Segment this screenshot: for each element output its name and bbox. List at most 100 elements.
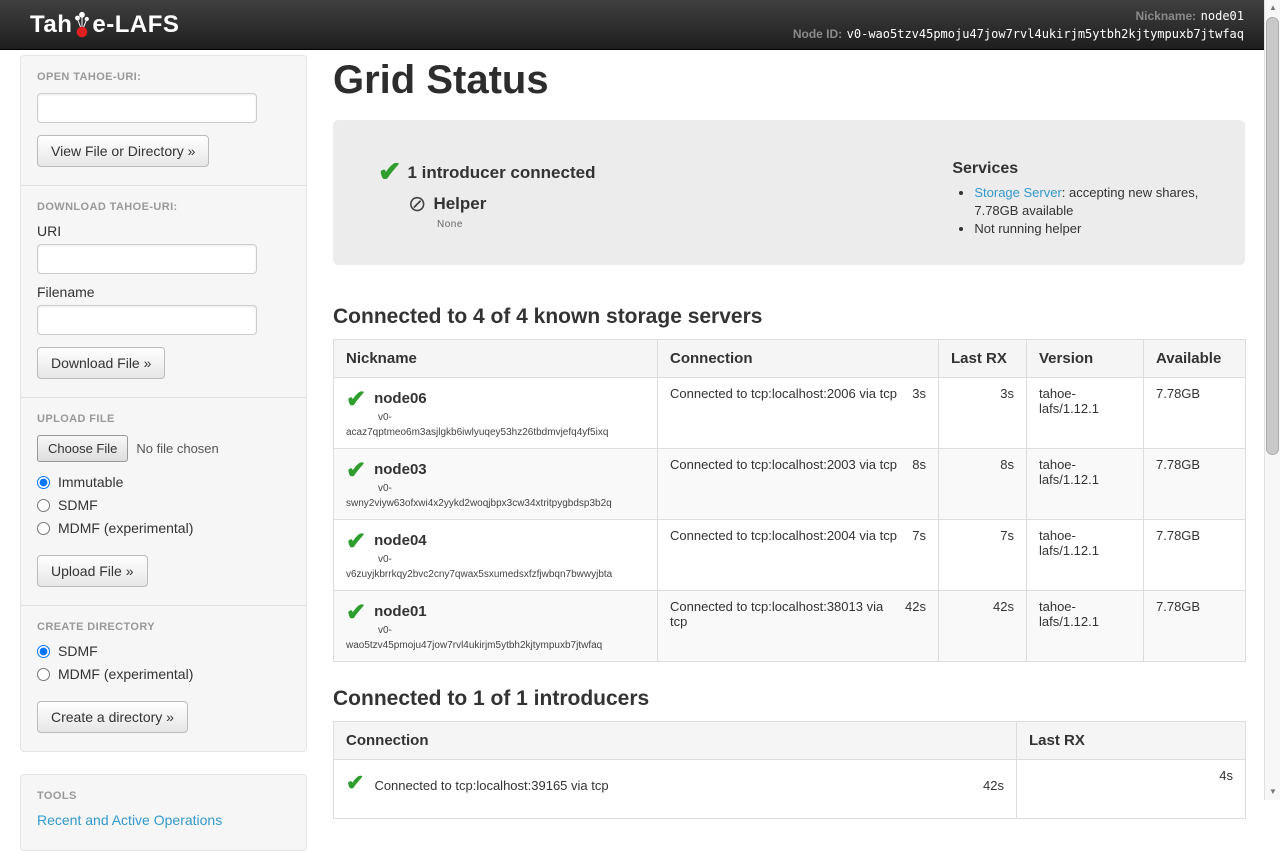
scrollbar[interactable]: ▲ ▼ [1264, 0, 1280, 800]
node-id-value: v0-wao5tzv45pmoju47jow7rvl4ukirjm5ytbh2k… [847, 27, 1244, 41]
services-heading: Services [952, 160, 1245, 178]
connection-time: 3s [912, 386, 926, 401]
available-cell: 7.78GB [1144, 449, 1246, 520]
server-peerid: v0-wao5tzv45pmoju47jow7rvl4ukirjm5ytbh2k… [346, 623, 645, 653]
connection-cell: Connected to tcp:localhost:2004 via tcp 7… [658, 520, 939, 591]
tools-heading: TOOLS [37, 790, 290, 802]
table-row: ✔node04v0-v6zuyjkbrrkqy2bvc2cny7qwax5sxu… [334, 520, 1246, 591]
available-cell: 7.78GB [1144, 520, 1246, 591]
radio-label-sdmf: SDMF [58, 643, 98, 659]
upload-format-radios: Immutable SDMF MDMF (experimental) [37, 474, 292, 536]
last-rx-cell: 7s [939, 520, 1027, 591]
connection-cell: Connected to tcp:localhost:2006 via tcp 3… [658, 378, 939, 449]
introducer-connected-text: 1 introducer connected [407, 160, 595, 183]
connected-check-icon: ✔ [346, 601, 366, 625]
introducers-header-row: ConnectionLast RX [334, 722, 1246, 760]
radio-sdmf[interactable] [37, 499, 50, 512]
status-summary: ✔ 1 introducer connected ⊘ Helper None [333, 160, 880, 265]
radio-option-mdmf-experimental[interactable]: MDMF (experimental) [37, 666, 292, 682]
connection-time: 7s [912, 528, 926, 543]
connection-text: Connected to tcp:localhost:38013 via tcp [670, 599, 897, 629]
connection-time: 8s [912, 457, 926, 472]
last-rx-cell: 8s [939, 449, 1027, 520]
choose-file-button[interactable]: Choose File [37, 435, 128, 462]
table-row: ✔ node06 v0-acaz7qptmeo6m3asjlgkb6iwlyuqey… [334, 378, 1246, 449]
logo-text-pre: Tah [30, 11, 72, 39]
available-cell: 7.78GB [1144, 591, 1246, 662]
upload-file-heading: UPLOAD FILE [37, 413, 292, 425]
connection-text: Connected to tcp:localhost:2006 via tcp [670, 386, 897, 401]
sidebar-forms-panel: OPEN TAHOE-URI: View File or Directory »… [20, 55, 307, 752]
storage-servers-heading: Connected to 4 of 4 known storage server… [333, 305, 1245, 329]
radio-label-sdmf: SDMF [58, 497, 98, 513]
column-header: Last RX [939, 340, 1027, 378]
version-cell: tahoe-lafs/1.12.1 [1027, 520, 1144, 591]
connection-text: Connected to tcp:localhost:2004 via tcp [670, 528, 897, 543]
tahoe-tree-icon [73, 11, 91, 39]
version-cell: tahoe-lafs/1.12.1 [1027, 449, 1144, 520]
radio-immutable[interactable] [37, 476, 50, 489]
server-peerid: v0-acaz7qptmeo6m3asjlgkb6iwlyuqey53hz26t… [346, 410, 645, 440]
radio-option-mdmf-experimental[interactable]: MDMF (experimental) [37, 520, 292, 536]
download-uri-input[interactable] [37, 244, 257, 274]
download-file-button[interactable]: Download File » [37, 347, 165, 379]
upload-file-section: UPLOAD FILE Choose File No file chosen I… [21, 397, 306, 605]
create-directory-heading: CREATE DIRECTORY [37, 621, 292, 633]
nickname-value: node01 [1201, 9, 1244, 23]
no-file-chosen-text: No file chosen [136, 441, 218, 456]
recent-operations-link[interactable]: Recent and Active Operations [37, 812, 222, 828]
node-id-label: Node ID: [793, 27, 842, 41]
introducers-heading: Connected to 1 of 1 introducers [333, 687, 1245, 711]
app-logo[interactable]: Tah e-LAFS [30, 11, 179, 39]
storage-servers-header-row: NicknameConnectionLast RXVersionAvailabl… [334, 340, 1246, 378]
status-well: ✔ 1 introducer connected ⊘ Helper None S… [333, 120, 1245, 265]
node-info: Nickname: node01 Node ID: v0-wao5tzv45pm… [793, 7, 1244, 43]
uri-field-label: URI [37, 223, 292, 239]
services-list: Storage Server: accepting new shares, 7.… [974, 184, 1245, 238]
table-row: ✔Connected to tcp:localhost:39165 via tc… [334, 760, 1246, 819]
last-rx-cell: 4s [1017, 760, 1246, 819]
nickname-cell: ✔node03v0-swny2viyw63ofxwi4x2yykd2woqjbp… [334, 449, 658, 520]
connection-cell: Connected to tcp:localhost:2003 via tcp8… [658, 449, 939, 520]
connected-check-icon: ✔ [346, 388, 366, 412]
radio-sdmf[interactable] [37, 645, 50, 658]
open-uri-heading: OPEN TAHOE-URI: [37, 71, 292, 83]
mkdir-format-radios: SDMF MDMF (experimental) [37, 643, 292, 682]
column-header: Available [1144, 340, 1246, 378]
services-block: Services Storage Server: accepting new s… [952, 160, 1245, 265]
server-nickname: node06 [374, 386, 427, 407]
helper-none-icon: ⊘ [408, 193, 426, 215]
introducer-connected-check-icon: ✔ [378, 158, 401, 186]
download-filename-input[interactable] [37, 305, 257, 335]
connection-time: 42s [983, 778, 1004, 793]
radio-mdmf-experimental[interactable] [37, 668, 50, 681]
connected-check-icon: ✔ [346, 459, 366, 483]
available-cell: 7.78GB [1144, 378, 1246, 449]
create-directory-button[interactable]: Create a directory » [37, 701, 188, 733]
tools-panel: TOOLS Recent and Active Operations [20, 774, 307, 851]
create-directory-section: CREATE DIRECTORY SDMF MDMF (experimental)… [21, 605, 306, 751]
radio-option-sdmf[interactable]: SDMF [37, 497, 292, 513]
page-title: Grid Status [333, 56, 1245, 104]
upload-file-button[interactable]: Upload File » [37, 555, 148, 587]
helper-value: None [437, 219, 880, 230]
connected-check-icon: ✔ [346, 530, 366, 554]
server-nickname: node01 [374, 599, 427, 620]
nickname-label: Nickname: [1135, 9, 1196, 23]
scroll-down-arrow-icon[interactable]: ▼ [1265, 784, 1280, 800]
radio-mdmf-experimental[interactable] [37, 522, 50, 535]
sidebar: OPEN TAHOE-URI: View File or Directory »… [20, 55, 307, 851]
scroll-up-arrow-icon[interactable]: ▲ [1265, 0, 1280, 16]
scroll-thumb[interactable] [1266, 17, 1279, 455]
service-item: Not running helper [974, 220, 1245, 238]
open-uri-input[interactable] [37, 93, 257, 123]
helper-title: Helper [433, 194, 486, 214]
radio-option-immutable[interactable]: Immutable [37, 474, 292, 490]
connection-cell: ✔Connected to tcp:localhost:39165 via tc… [334, 760, 1017, 819]
radio-option-sdmf[interactable]: SDMF [37, 643, 292, 659]
view-file-button[interactable]: View File or Directory » [37, 135, 209, 167]
storage-server-link[interactable]: Storage Server [974, 185, 1061, 200]
download-uri-heading: DOWNLOAD TAHOE-URI: [37, 201, 292, 213]
service-item: Storage Server: accepting new shares, 7.… [974, 184, 1245, 220]
version-cell: tahoe-lafs/1.12.1 [1027, 378, 1144, 449]
